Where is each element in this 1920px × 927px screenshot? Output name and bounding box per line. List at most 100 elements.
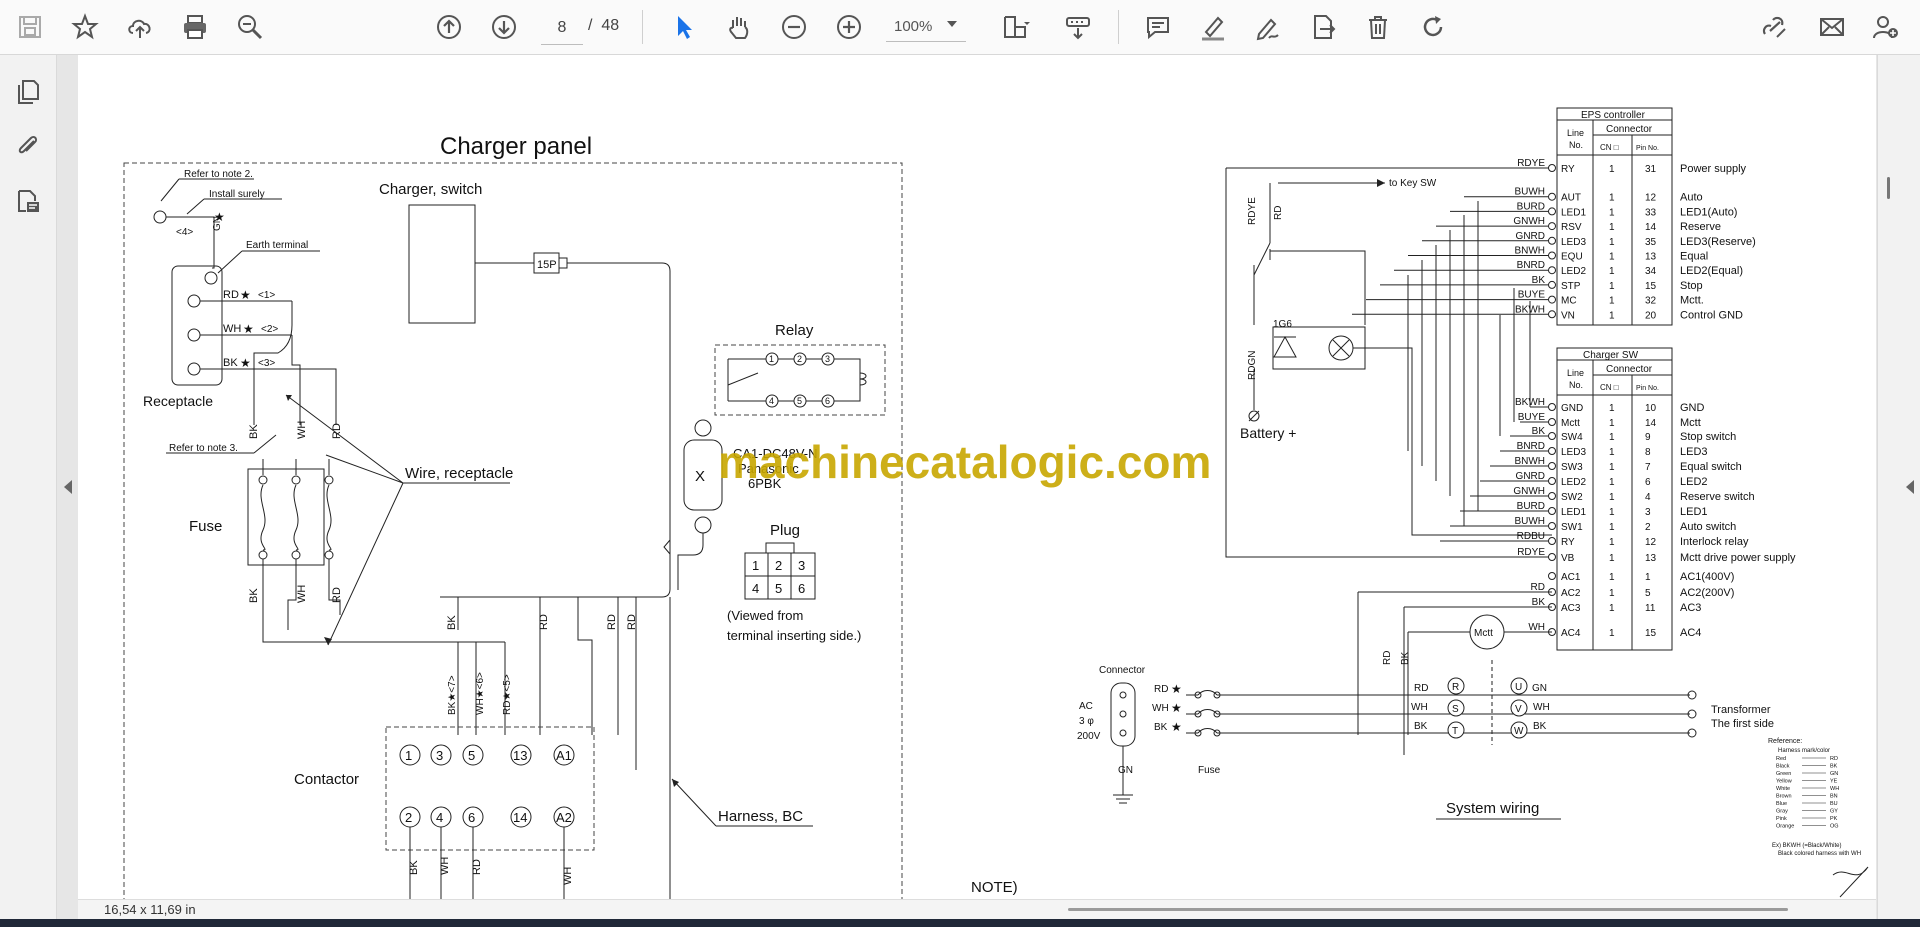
cont-wh-lower-label: WH (475, 698, 486, 715)
zoom-out-icon[interactable] (774, 7, 814, 47)
fit-page-icon[interactable] (995, 7, 1035, 47)
eps-cn: 1 (1609, 164, 1615, 175)
sw-pin: 8 (1645, 447, 1651, 458)
expand-right-icon[interactable] (1905, 480, 1915, 494)
page-number-input[interactable] (541, 12, 583, 45)
plug-pin-5: 5 (775, 581, 782, 596)
sw-cn: 1 (1609, 462, 1615, 473)
sw-line-no: SW4 (1561, 432, 1583, 443)
fuse-label: Fuse (189, 518, 222, 535)
out-bk-label: BK (1533, 721, 1547, 732)
eps-desc: LED2(Equal) (1680, 265, 1743, 277)
eps-pin: 33 (1645, 207, 1657, 218)
page-down-icon[interactable] (484, 7, 524, 47)
sign-icon[interactable] (1248, 7, 1288, 47)
receptacle-pin2: <2> (261, 324, 278, 335)
eps-line-no: VN (1561, 310, 1575, 321)
sw-terminal (1548, 507, 1556, 515)
contactor-label: Contactor (294, 771, 359, 788)
eps-desc: LED1(Auto) (1680, 206, 1737, 218)
sw-pin: 12 (1645, 537, 1657, 548)
sw-desc: GND (1680, 402, 1705, 414)
sys-wh-label-2: WH (1411, 702, 1428, 713)
eps-terminal (1548, 222, 1556, 231)
attachment-icon[interactable] (8, 126, 48, 166)
reference-code: YE (1830, 779, 1838, 785)
hand-icon[interactable] (719, 7, 759, 47)
reference-example2: Black colored harness with WH (1778, 851, 1861, 857)
reference-row: Black BK (1776, 764, 1838, 770)
sw-terminal (1548, 432, 1556, 440)
sw-cn: 1 (1609, 492, 1615, 503)
eps-row: RDYE RY 1 31 Power supply (1226, 158, 1747, 175)
sys-fuse-label: Fuse (1198, 765, 1221, 776)
phase-markers: R S T U V W (1447, 677, 1528, 739)
chevron-down-icon[interactable] (946, 18, 958, 30)
svg-text:★: ★ (1171, 701, 1182, 715)
phase-r: R (1452, 682, 1459, 693)
select-arrow-icon[interactable] (664, 7, 704, 47)
contactor-terminal-a1: A1 (556, 748, 572, 763)
sw-line-no: LED1 (1561, 507, 1586, 518)
eps-row: BUWH AUT 1 12 Auto (1464, 187, 1703, 204)
eps-cn: 1 (1609, 237, 1615, 248)
plug-pins: 1 2 3 4 5 6 (752, 558, 805, 596)
sw-row: AC1 1 1 AC1(400V) (1548, 571, 1734, 583)
sw-line-no: AC3 (1561, 603, 1581, 614)
collapse-left-icon[interactable] (63, 480, 73, 494)
sw-pin: 13 (1645, 553, 1657, 564)
eps-wire-code: GNWH (1513, 216, 1545, 227)
sw-cn: 1 (1609, 522, 1615, 533)
layers-icon[interactable] (8, 181, 48, 221)
export-icon[interactable] (1303, 7, 1343, 47)
cont-5-label: RD★<5> (502, 674, 513, 715)
reference-color: Orange (1776, 824, 1794, 830)
eps-line-no: LED1 (1561, 207, 1586, 218)
zoom-search-icon[interactable] (230, 7, 270, 47)
reference-color: Red (1776, 756, 1786, 762)
add-user-icon[interactable] (1866, 7, 1906, 47)
email-icon[interactable] (1812, 7, 1852, 47)
receptacle-wh-label: WH (223, 323, 241, 335)
relay-x-label: X (695, 468, 705, 485)
pages-icon[interactable] (8, 71, 48, 111)
eps-line-no: RY (1561, 164, 1575, 175)
os-taskbar (0, 919, 1920, 927)
sw-wire-code: BK (1532, 597, 1546, 608)
vertical-scrollbar[interactable] (1887, 177, 1890, 199)
sw-desc: Equal switch (1680, 461, 1742, 473)
sw-row: WH AC4 1 15 AC4 (1528, 622, 1701, 639)
zoom-in-icon[interactable] (829, 7, 869, 47)
bookmark-star-icon[interactable] (65, 7, 105, 47)
scroll-mode-icon[interactable] (1058, 7, 1098, 47)
sw-pin: 9 (1645, 432, 1651, 443)
eps-row: BKWHVN 1 20 Control GND (1352, 304, 1743, 321)
transformer-line2: The first side (1711, 718, 1774, 730)
horizontal-scrollbar[interactable] (1068, 908, 1788, 911)
save-icon[interactable] (10, 7, 50, 47)
harness-bc-label: Harness, BC (718, 808, 803, 825)
rotate-icon[interactable] (1413, 7, 1453, 47)
share-link-icon[interactable] (1755, 7, 1795, 47)
relay-pin-1: 1 (769, 354, 774, 364)
svg-text:★: ★ (1171, 682, 1182, 696)
eps-terminal (1548, 310, 1556, 319)
eps-cn: 1 (1609, 222, 1615, 233)
eps-pin: 12 (1645, 193, 1657, 204)
print-icon[interactable] (175, 7, 215, 47)
page-up-icon[interactable] (429, 7, 469, 47)
phase-s: S (1452, 704, 1459, 715)
eps-terminal (1548, 207, 1556, 216)
eps-controller-table: EPS controller Line No. Connector CN □ P… (1226, 107, 1756, 326)
comment-icon[interactable] (1138, 7, 1178, 47)
highlight-icon[interactable] (1193, 7, 1233, 47)
connector-15p-label: 15P (537, 259, 557, 271)
delete-icon[interactable] (1358, 7, 1398, 47)
sw-pin: 3 (1645, 507, 1651, 518)
install-surely-label: Install surely (209, 189, 265, 200)
sw-pin: 6 (1645, 477, 1651, 488)
upload-cloud-icon[interactable] (120, 7, 160, 47)
plug-note-line1: (Viewed from (727, 608, 803, 623)
sw-desc: LED3 (1680, 446, 1708, 458)
sw-desc: AC4 (1680, 627, 1701, 639)
